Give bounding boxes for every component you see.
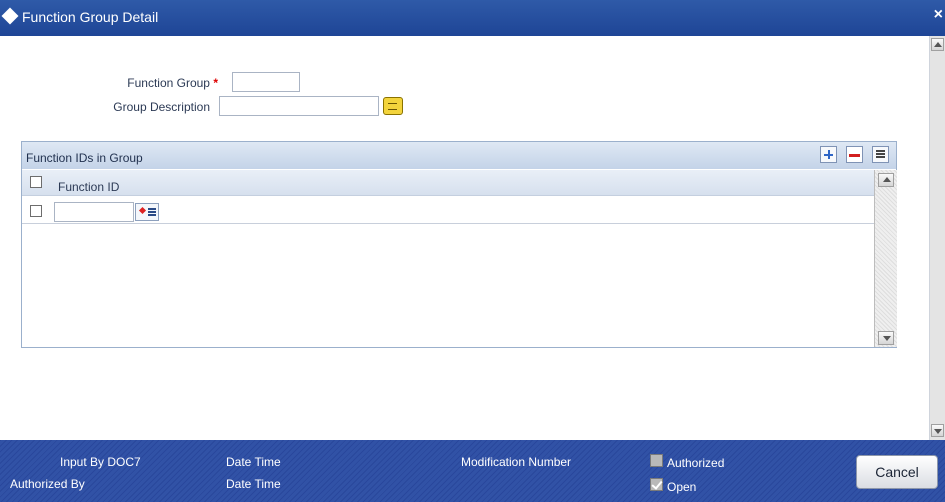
- delete-row-icon[interactable]: [846, 146, 863, 163]
- diamond-icon: [1, 7, 19, 25]
- function-group-label: Function Group *: [127, 76, 218, 90]
- open-label: Open: [667, 480, 697, 494]
- grid-scrollbar[interactable]: [874, 170, 897, 347]
- authorized-checkbox[interactable]: [650, 454, 663, 467]
- description-icon[interactable]: [383, 97, 403, 115]
- title-bar: Function Group Detail ×: [0, 0, 945, 36]
- group-description-label: Group Description: [113, 100, 210, 114]
- grid-header: Function IDs in Group: [22, 142, 896, 169]
- audit-footer: Input By DOC7 Date Time Modification Num…: [0, 440, 945, 502]
- scroll-down-button[interactable]: [931, 424, 944, 437]
- modification-number-text: Modification Number: [461, 455, 572, 469]
- date-time-text: Date Time: [226, 455, 281, 469]
- window-title: Function Group Detail: [22, 9, 159, 25]
- add-row-icon[interactable]: [820, 146, 837, 163]
- required-marker: *: [213, 76, 218, 90]
- grid-scroll-up-button[interactable]: [878, 173, 894, 187]
- grid-scroll-down-button[interactable]: [878, 331, 894, 345]
- column-header-row: Function ID: [22, 170, 874, 196]
- authorized-by-text: Authorized By: [10, 477, 85, 491]
- row-select-checkbox[interactable]: [30, 205, 42, 217]
- function-id-input[interactable]: [54, 202, 134, 222]
- select-all-checkbox[interactable]: [30, 176, 42, 188]
- grid-title: Function IDs in Group: [26, 151, 143, 165]
- single-view-icon[interactable]: [872, 146, 889, 163]
- function-group-input[interactable]: [232, 72, 300, 92]
- main-scrollbar[interactable]: [929, 36, 945, 440]
- table-row: [22, 197, 874, 224]
- scroll-up-button[interactable]: [931, 38, 944, 51]
- list-of-values-icon[interactable]: [135, 203, 159, 221]
- open-checkbox[interactable]: [650, 478, 663, 491]
- date-time-text-2: Date Time: [226, 477, 281, 491]
- group-description-input[interactable]: [219, 96, 379, 116]
- function-id-column-header: Function ID: [58, 180, 120, 194]
- authorized-label: Authorized: [667, 456, 725, 470]
- function-ids-grid: Function IDs in Group Function ID: [21, 141, 897, 348]
- input-by-text: Input By DOC7: [60, 455, 141, 469]
- cancel-button[interactable]: Cancel: [856, 455, 938, 489]
- close-icon[interactable]: ×: [934, 6, 943, 24]
